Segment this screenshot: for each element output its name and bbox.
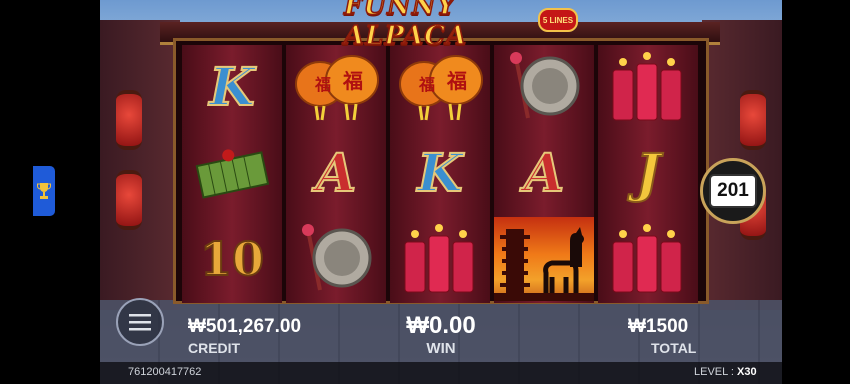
gong-icon	[302, 224, 372, 291]
fortune-lantern-icon: 福 福	[399, 55, 483, 121]
lantern-decor	[116, 90, 142, 150]
symbol-k: K	[390, 131, 490, 215]
reel-5: J	[598, 45, 698, 303]
alpaca-pagoda-icon	[494, 227, 594, 301]
symbol-a: A	[494, 131, 594, 215]
symbol-firecrackers	[598, 217, 698, 301]
game-scene: K 10 福 福 A 福 福 K A J FUNNY ALPACA 5 LINE…	[100, 0, 782, 384]
bamboo-scroll-icon	[195, 149, 270, 199]
symbol-j-text: J	[635, 142, 662, 205]
symbol-fortune-lanterns: 福 福	[390, 45, 490, 129]
firecrackers-icon	[612, 52, 682, 121]
reel-2: 福 福 A	[286, 45, 386, 303]
reel-4: A	[494, 45, 594, 303]
level-label: LEVEL :	[694, 366, 734, 378]
spin-counter-button[interactable]: 201	[700, 158, 766, 224]
symbol-k-text: K	[208, 56, 255, 119]
trophy-icon	[37, 183, 51, 199]
svg-text:福: 福	[314, 75, 331, 94]
symbol-bamboo-scroll	[182, 131, 282, 215]
reel-1: K 10	[182, 45, 282, 303]
firecrackers-icon	[404, 224, 474, 293]
gong-icon	[510, 52, 580, 119]
symbol-gong	[494, 45, 594, 129]
session-id: 761200417762	[128, 366, 202, 378]
total-bet-amount[interactable]: ₩1500	[628, 316, 688, 338]
symbol-a-text: A	[315, 142, 357, 205]
left-building	[100, 20, 180, 310]
game-logo: FUNNY ALPACA	[343, 0, 554, 52]
level-indicator: LEVEL : X30	[694, 366, 757, 378]
svg-text:福: 福	[418, 75, 435, 94]
symbol-a: A	[286, 131, 386, 215]
info-bar	[100, 362, 782, 384]
symbol-fortune-lanterns: 福 福	[286, 45, 386, 129]
svg-text:福: 福	[446, 69, 467, 93]
symbol-k: K	[182, 45, 282, 129]
svg-text:福: 福	[342, 69, 363, 93]
right-letterbox	[782, 0, 850, 384]
symbol-alpaca-wild	[494, 217, 594, 301]
game-title: FUNNY ALPACA	[343, 0, 468, 52]
symbol-k-text: K	[416, 142, 463, 205]
level-value: X30	[737, 366, 757, 378]
reel-3: 福 福 K	[390, 45, 490, 303]
total-bet-label: TOTAL	[651, 340, 697, 356]
symbol-10: 10	[182, 217, 282, 301]
spin-counter-value: 201	[709, 174, 757, 208]
side-tab-button[interactable]	[33, 166, 55, 216]
lines-badge: 5 LINES	[538, 8, 578, 32]
symbol-a-text: A	[523, 142, 565, 205]
lantern-decor	[740, 90, 766, 150]
reel-frame: K 10 福 福 A 福 福 K A J	[173, 38, 709, 304]
lantern-decor	[116, 170, 142, 230]
symbol-10-text: 10	[199, 231, 265, 287]
symbol-firecrackers	[390, 217, 490, 301]
symbol-firecrackers	[598, 45, 698, 129]
fortune-lantern-icon: 福 福	[295, 55, 379, 121]
symbol-gong	[286, 217, 386, 301]
firecrackers-icon	[612, 224, 682, 293]
symbol-j: J	[598, 131, 698, 215]
